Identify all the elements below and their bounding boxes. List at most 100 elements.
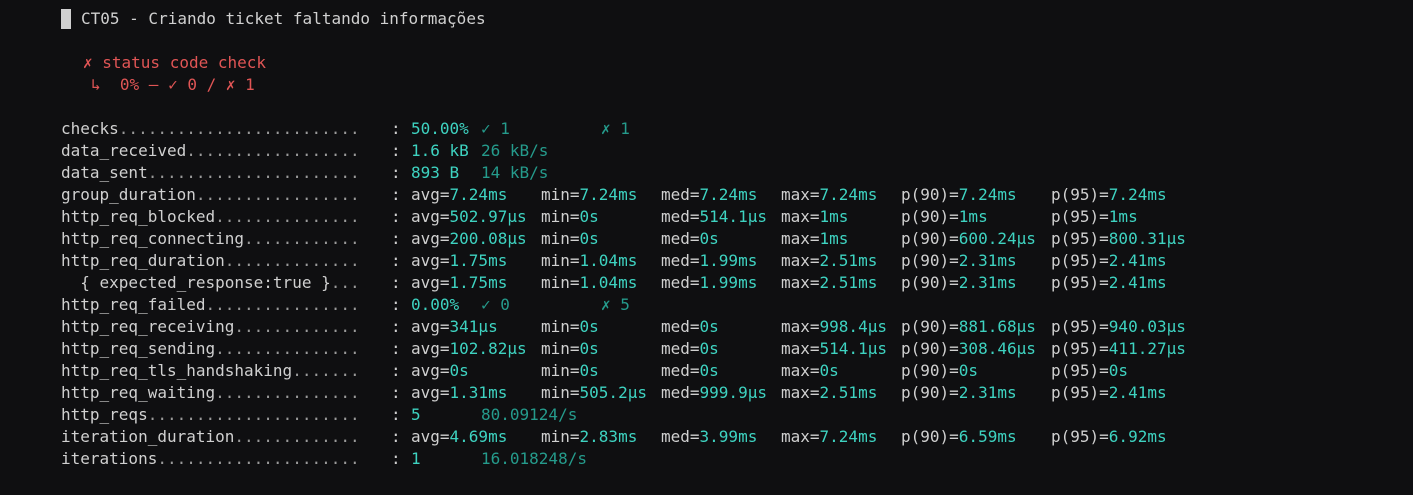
metric-label: { expected_response:true } [61,273,331,292]
metric-p95-value: 940.03µs [1108,317,1186,336]
metric-name: group_duration................. [61,184,391,206]
metric-min-key: min= [541,317,580,336]
metric-p90: p(90)=2.31ms [901,250,1051,272]
metric-row: http_req_connecting............: avg=200.… [61,228,1401,250]
metric-avg-value: 0s [449,361,469,380]
metric-p90-value: 2.31ms [958,383,1017,402]
metric-row: iterations.....................:1 16.0182… [61,448,1401,470]
metric-p90-value: 881.68µs [958,317,1036,336]
metric-max-key: max= [781,339,820,358]
metric-max-key: max= [781,317,820,336]
metric-p95-key: p(95)= [1051,383,1109,402]
metric-p95: p(95)=2.41ms [1051,250,1201,272]
metrics-list: checks.........................:50.00% ✓ … [61,118,1401,470]
metric-colon: : [391,317,401,336]
metric-dots: .............. [224,251,360,270]
metric-med-key: med= [661,361,700,380]
metric-avg-value: 4.69ms [449,427,508,446]
metric-label: http_req_waiting [61,383,216,402]
metric-label: http_req_sending [61,339,216,358]
metric-avg-key: avg= [411,339,450,358]
metric-med: med=3.99ms [661,426,781,448]
metric-p90-value: 6.59ms [958,427,1017,446]
metric-colon: : [391,361,401,380]
metric-value: 50.00% [411,119,469,138]
metric-min-value: 2.83ms [579,427,638,446]
metric-label: iterations [61,449,158,468]
metric-value: 1.6 kB [411,141,469,160]
metric-avg-key: avg= [411,229,450,248]
metric-med-key: med= [661,427,700,446]
metric-min-value: 505.2µs [579,383,647,402]
metric-p95-key: p(95)= [1051,273,1109,292]
metric-dots: ....... [292,361,360,380]
metric-dots: ... [330,273,360,292]
metric-p95: p(95)=6.92ms [1051,426,1201,448]
metric-max-key: max= [781,207,820,226]
metric-min: min=0s [541,228,661,250]
metric-avg-key: avg= [411,361,450,380]
metric-p95-key: p(95)= [1051,251,1109,270]
metric-max-key: max= [781,427,820,446]
metric-fail: ✗ 5 [601,295,630,314]
metric-label: http_req_blocked [61,207,216,226]
metric-p95-value: 411.27µs [1108,339,1186,358]
metric-avg-key: avg= [411,251,450,270]
metric-avg: avg=1.75ms [411,272,541,294]
metric-rate: 80.09124/s [481,405,578,424]
metric-med-value: 3.99ms [699,427,758,446]
metric-p90-key: p(90)= [901,427,959,446]
metric-dots: ................. [195,185,360,204]
metric-min: min=2.83ms [541,426,661,448]
scenario-title-line: CT05 - Criando ticket faltando informaçõ… [61,8,1401,30]
metric-min-key: min= [541,427,580,446]
metric-min-value: 1.04ms [579,273,638,292]
metric-min: min=0s [541,360,661,382]
metric-min-value: 7.24ms [579,185,638,204]
metric-p95-value: 2.41ms [1108,251,1167,270]
metric-colon: : [391,119,401,138]
metric-max-value: 1ms [819,207,849,226]
metric-med-value: 7.24ms [699,185,758,204]
metric-rate: 14 kB/s [481,163,549,182]
metric-max: max=514.1µs [781,338,901,360]
metric-p90-key: p(90)= [901,361,959,380]
metric-name: http_reqs...................... [61,404,391,426]
metric-med-value: 0s [699,339,719,358]
metric-p90: p(90)=7.24ms [901,184,1051,206]
metric-avg: avg=1.75ms [411,250,541,272]
metric-max-value: 7.24ms [819,185,878,204]
metric-pass: ✓ 1 [481,119,510,138]
metric-med: med=514.1µs [661,206,781,228]
metric-med: med=1.99ms [661,272,781,294]
metric-p90-key: p(90)= [901,229,959,248]
metric-colon: : [391,449,401,468]
metric-p95-key: p(95)= [1051,229,1109,248]
metric-avg-key: avg= [411,317,450,336]
scenario-title: CT05 - Criando ticket faltando informaçõ… [81,9,486,28]
metric-p90: p(90)=6.59ms [901,426,1051,448]
metric-colon: : [391,405,401,424]
check-name-line: ✗ status code check [61,52,1401,74]
metric-p95-value: 2.41ms [1108,273,1167,292]
metric-p95: p(95)=940.03µs [1051,316,1201,338]
metric-avg-value: 7.24ms [449,185,508,204]
metric-min-value: 0s [579,207,599,226]
metric-p90-value: 2.31ms [958,251,1017,270]
metric-min-key: min= [541,383,580,402]
metric-max: max=2.51ms [781,382,901,404]
check-result-line: ↳ 0% — ✓ 0 / ✗ 1 [61,74,1401,96]
metric-min-key: min= [541,273,580,292]
metric-max: max=1ms [781,228,901,250]
metric-p90-key: p(90)= [901,273,959,292]
metric-rate: 16.018248/s [481,449,587,468]
metric-name: http_req_connecting............ [61,228,391,250]
metric-colon: : [391,383,401,402]
metric-max: max=0s [781,360,901,382]
metric-max-key: max= [781,229,820,248]
metric-p95-key: p(95)= [1051,207,1109,226]
metric-p90-value: 308.46µs [958,339,1036,358]
metric-colon: : [391,427,401,446]
metric-colon: : [391,295,401,314]
metric-dots: ............... [215,383,360,402]
